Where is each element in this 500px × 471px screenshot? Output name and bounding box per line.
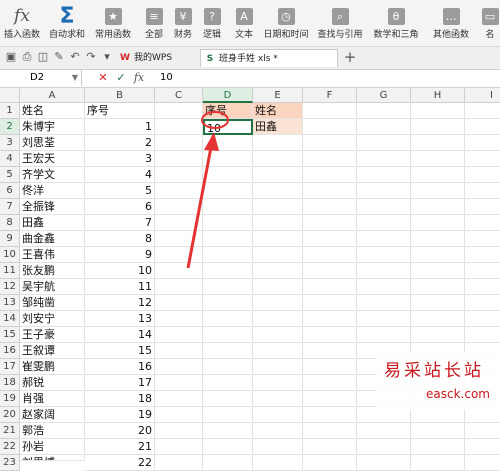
cell-F21[interactable]	[303, 423, 357, 439]
row-header-21[interactable]: 21	[0, 423, 20, 439]
cell-D21[interactable]	[203, 423, 253, 439]
highlight-circle	[201, 111, 229, 129]
cell-I23[interactable]	[465, 455, 500, 471]
cell-G22[interactable]	[357, 439, 411, 455]
cell-E23[interactable]	[253, 455, 303, 471]
cell-H22[interactable]	[411, 439, 465, 455]
cell-C21[interactable]	[155, 423, 203, 439]
cell-I21[interactable]	[465, 423, 500, 439]
annotation-overlay	[186, 111, 229, 269]
cell-B23[interactable]: 22	[85, 455, 155, 471]
cell-A21[interactable]: 郭浩	[20, 423, 85, 439]
annotation-arrow-head	[204, 132, 219, 151]
cell-B21[interactable]: 20	[85, 423, 155, 439]
annotation-arrow-shaft	[186, 141, 214, 269]
row-header-23[interactable]: 23	[0, 455, 20, 471]
cell-D23[interactable]	[203, 455, 253, 471]
cell-E21[interactable]	[253, 423, 303, 439]
row-header-22[interactable]: 22	[0, 439, 20, 455]
cell-A23[interactable]: 刘思博	[20, 455, 85, 461]
cell-D22[interactable]	[203, 439, 253, 455]
watermark-url: easck.com	[426, 387, 490, 401]
cell-H21[interactable]	[411, 423, 465, 439]
cell-F22[interactable]	[303, 439, 357, 455]
cell-C22[interactable]	[155, 439, 203, 455]
watermark-title: 易采站长站	[384, 361, 484, 381]
cell-G21[interactable]	[357, 423, 411, 439]
cell-F23[interactable]	[303, 455, 357, 471]
cell-B22[interactable]: 21	[85, 439, 155, 455]
cell-C23[interactable]	[155, 455, 203, 471]
cell-E22[interactable]	[253, 439, 303, 455]
cell-I22[interactable]	[465, 439, 500, 455]
cell-A22[interactable]: 孙岩	[20, 439, 85, 455]
cell-G23[interactable]	[357, 455, 411, 471]
cell-H23[interactable]	[411, 455, 465, 471]
